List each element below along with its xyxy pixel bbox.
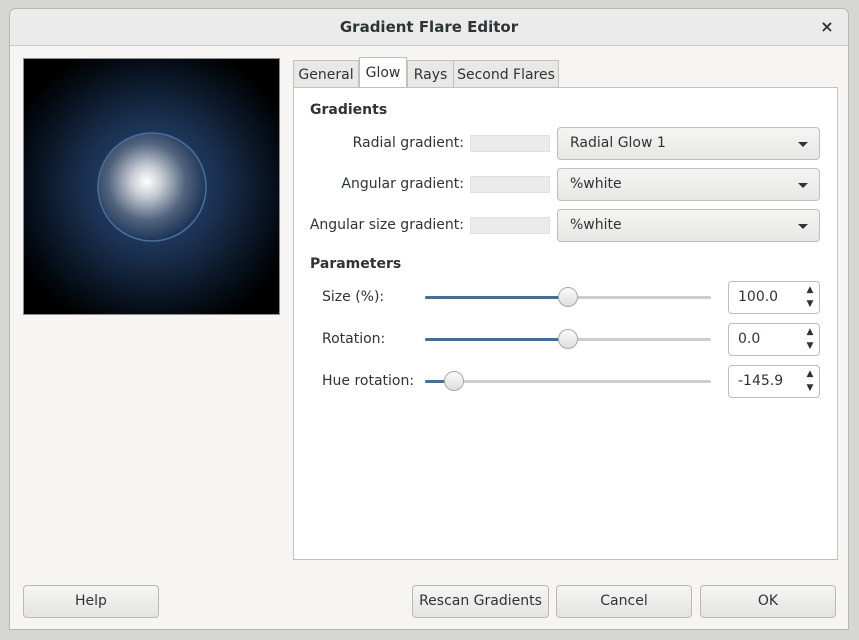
size-spinbutton[interactable]: 100.0 ▲ ▼	[728, 281, 820, 314]
tab-glow[interactable]: Glow	[359, 57, 407, 87]
hue-rotation-slider[interactable]	[425, 371, 711, 393]
slider-fill	[425, 296, 568, 299]
chevron-down-icon	[798, 224, 808, 229]
spin-down-icon[interactable]: ▼	[801, 381, 819, 396]
radial-gradient-label: Radial gradient:	[352, 135, 464, 151]
rotation-slider[interactable]	[425, 329, 711, 351]
parameters-section-title: Parameters	[310, 256, 402, 272]
rotation-value: 0.0	[738, 331, 761, 347]
angular-size-gradient-label: Angular size gradient:	[309, 217, 464, 233]
size-label: Size (%):	[322, 289, 385, 305]
help-button[interactable]: Help	[23, 585, 159, 618]
rescan-gradients-button[interactable]: Rescan Gradients	[412, 585, 549, 618]
rotation-spinbutton[interactable]: 0.0 ▲ ▼	[728, 323, 820, 356]
slider-handle[interactable]	[558, 329, 578, 349]
glow-tab-panel: Gradients Radial gradient: Radial Glow 1…	[293, 87, 838, 560]
gradients-section-title: Gradients	[310, 102, 388, 118]
ok-button[interactable]: OK	[700, 585, 836, 618]
close-icon[interactable]: ×	[816, 16, 838, 38]
spin-up-icon[interactable]: ▲	[801, 325, 819, 340]
flare-preview-image	[24, 59, 279, 314]
tab-second-flares[interactable]: Second Flares	[453, 60, 559, 88]
rotation-label: Rotation:	[322, 331, 386, 347]
spin-up-icon[interactable]: ▲	[801, 283, 819, 298]
angular-gradient-swatch	[470, 176, 550, 193]
window-title: Gradient Flare Editor	[339, 18, 519, 36]
spin-down-icon[interactable]: ▼	[801, 339, 819, 354]
angular-gradient-dropdown[interactable]: %white	[557, 168, 820, 201]
angular-gradient-value: %white	[570, 176, 622, 192]
slider-handle[interactable]	[558, 287, 578, 307]
slider-handle[interactable]	[443, 371, 464, 391]
flare-preview	[23, 58, 280, 315]
gradient-flare-editor-dialog: Gradient Flare Editor × General Glow Ray…	[9, 8, 849, 630]
size-value: 100.0	[738, 289, 779, 305]
tab-rays[interactable]: Rays	[407, 60, 454, 88]
chevron-down-icon	[798, 142, 808, 147]
radial-gradient-dropdown[interactable]: Radial Glow 1	[557, 127, 820, 160]
angular-size-gradient-swatch	[470, 217, 550, 234]
titlebar: Gradient Flare Editor ×	[10, 9, 848, 46]
angular-gradient-label: Angular gradient:	[341, 176, 464, 192]
hue-rotation-spinbutton[interactable]: -145.9 ▲ ▼	[728, 365, 820, 398]
cancel-button[interactable]: Cancel	[556, 585, 692, 618]
spin-down-icon[interactable]: ▼	[801, 297, 819, 312]
chevron-down-icon	[798, 183, 808, 188]
radial-gradient-swatch	[470, 135, 550, 152]
angular-size-gradient-value: %white	[570, 217, 622, 233]
hue-rotation-value: -145.9	[738, 373, 784, 389]
slider-track	[425, 380, 711, 383]
hue-rotation-label: Hue rotation:	[322, 373, 415, 389]
radial-gradient-value: Radial Glow 1	[570, 135, 666, 151]
spin-up-icon[interactable]: ▲	[801, 367, 819, 382]
angular-size-gradient-dropdown[interactable]: %white	[557, 209, 820, 242]
size-slider[interactable]	[425, 287, 711, 309]
tab-general[interactable]: General	[293, 60, 359, 88]
slider-fill	[425, 338, 568, 341]
